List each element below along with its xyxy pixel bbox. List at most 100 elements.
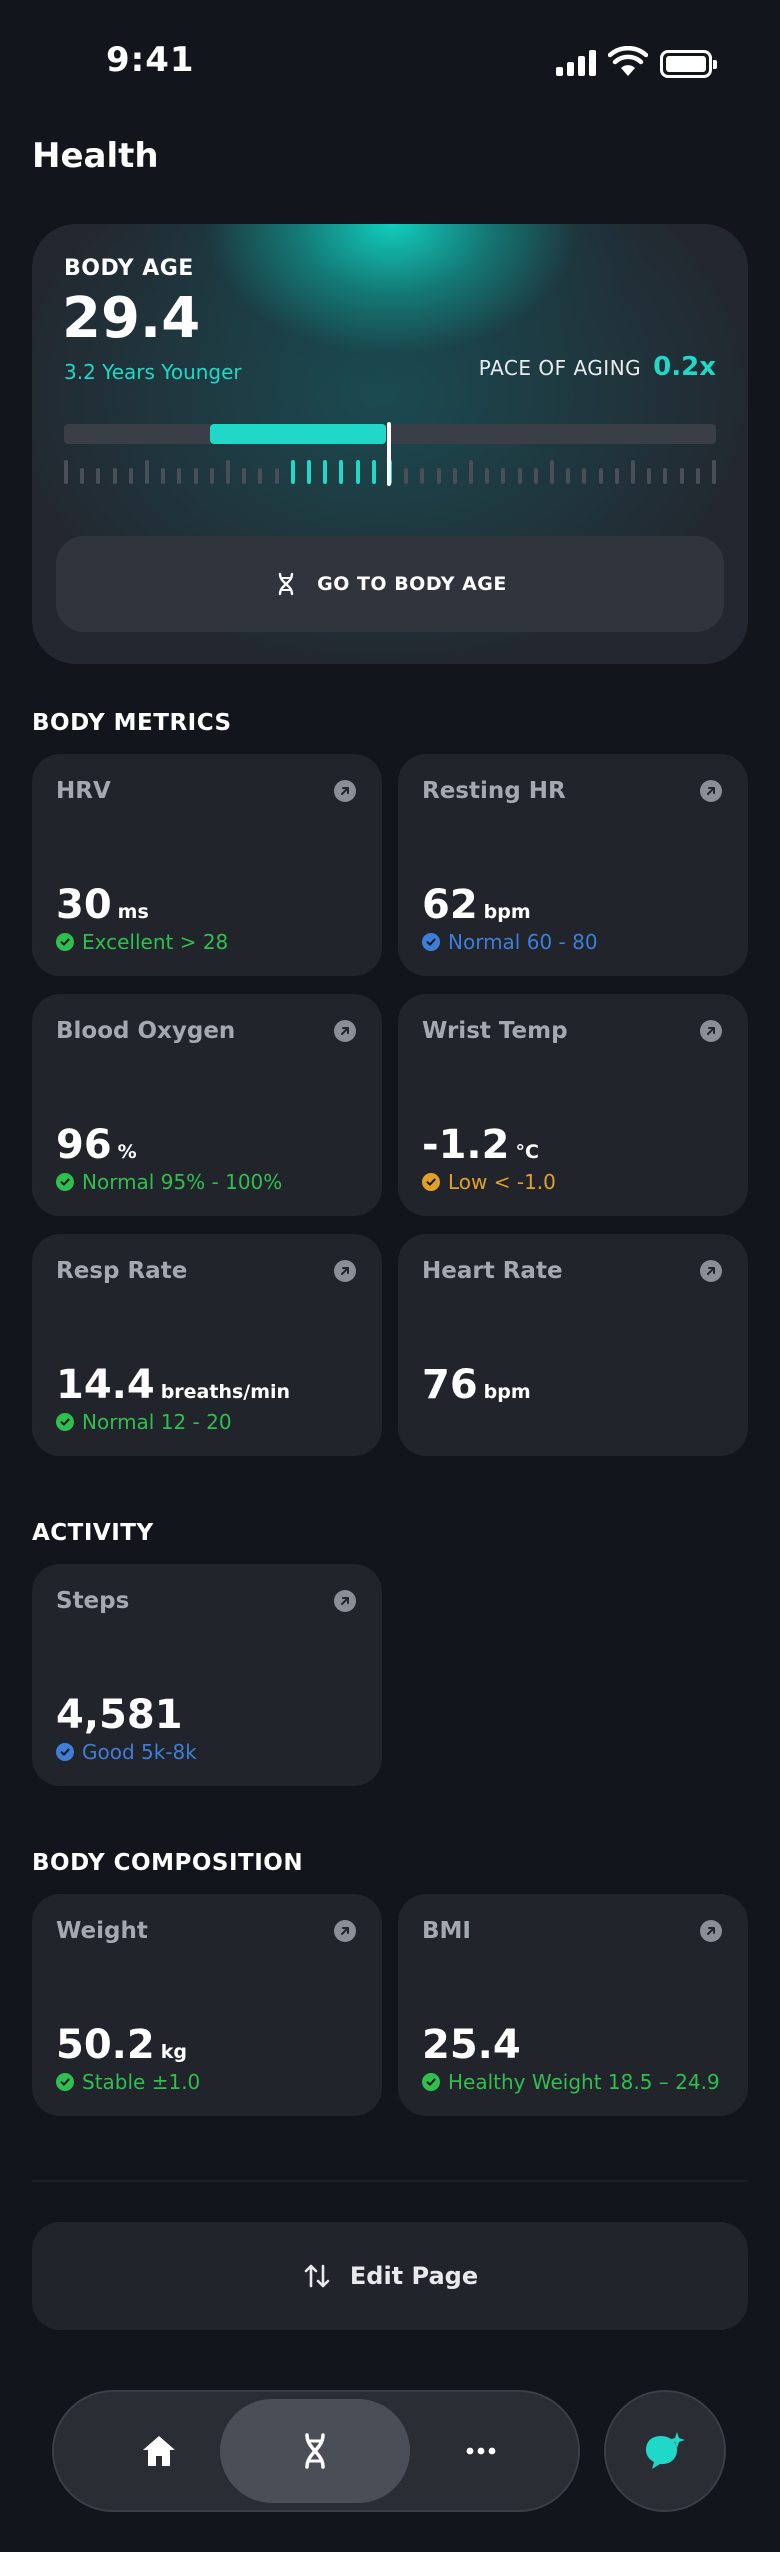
tab-home[interactable] bbox=[112, 2392, 206, 2510]
age-scale-marker bbox=[387, 422, 391, 486]
age-scale-tick bbox=[113, 468, 117, 484]
metric-number: 96 bbox=[56, 1122, 112, 1168]
metric-card-hrv[interactable]: HRV 30 ms Excellent > 28 bbox=[32, 754, 382, 976]
metric-status-text: Excellent > 28 bbox=[82, 930, 229, 954]
age-scale-tick bbox=[534, 468, 538, 484]
open-arrow-icon[interactable] bbox=[334, 1920, 356, 1942]
metric-value: 4,581 bbox=[56, 1692, 183, 1738]
age-scale-tick bbox=[80, 468, 84, 484]
metric-number: 30 bbox=[56, 882, 112, 928]
age-scale-tick bbox=[469, 460, 473, 484]
open-arrow-icon[interactable] bbox=[700, 1020, 722, 1042]
metric-card-resp-rate[interactable]: Resp Rate 14.4 breaths/min Normal 12 - 20 bbox=[32, 1234, 382, 1456]
dna-icon bbox=[305, 2433, 325, 2469]
open-arrow-icon[interactable] bbox=[700, 1260, 722, 1282]
metric-number: 50.2 bbox=[56, 2022, 155, 2068]
metric-unit: ms bbox=[117, 901, 149, 923]
check-circle-icon bbox=[56, 1743, 74, 1761]
age-scale-tick bbox=[194, 468, 198, 484]
home-icon bbox=[143, 2436, 175, 2466]
metric-card-weight[interactable]: Weight 50.2 kg Stable ±1.0 bbox=[32, 1894, 382, 2116]
metric-card-resting-hr[interactable]: Resting HR 62 bpm Normal 60 - 80 bbox=[398, 754, 748, 976]
age-scale-tick bbox=[712, 460, 716, 484]
metric-unit: kg bbox=[160, 2041, 187, 2063]
age-scale-tick bbox=[615, 468, 619, 484]
divider bbox=[32, 2180, 748, 2182]
wifi-icon bbox=[608, 46, 648, 76]
age-scale-tick bbox=[64, 460, 68, 484]
metric-status: Normal 60 - 80 bbox=[422, 930, 598, 954]
metric-unit: breaths/min bbox=[160, 1381, 291, 1403]
metric-value: 96% bbox=[56, 1122, 137, 1168]
metric-status-text: Stable ±1.0 bbox=[82, 2070, 201, 2094]
metric-number: 76 bbox=[422, 1362, 478, 1408]
section-title-body-composition: BODY COMPOSITION bbox=[32, 1850, 304, 1876]
metric-unit: bpm bbox=[483, 1381, 531, 1403]
metric-title: Heart Rate bbox=[422, 1258, 563, 1284]
check-circle-icon bbox=[422, 933, 440, 951]
age-scale-tick bbox=[275, 468, 279, 484]
body-age-card[interactable]: BODY AGE 29.4 3.2 Years Younger PACE OF … bbox=[32, 224, 748, 664]
metric-title: HRV bbox=[56, 778, 111, 804]
page-title: Health bbox=[32, 136, 159, 176]
age-scale-tick bbox=[663, 468, 667, 484]
edit-page-button[interactable]: Edit Page bbox=[32, 2222, 748, 2330]
age-scale-tick bbox=[582, 468, 586, 484]
metric-card-heart-rate[interactable]: Heart Rate 76 bpm bbox=[398, 1234, 748, 1456]
metric-card-blood-oxygen[interactable]: Blood Oxygen 96% Normal 95% - 100% bbox=[32, 994, 382, 1216]
open-arrow-icon[interactable] bbox=[334, 1020, 356, 1042]
age-scale-tick bbox=[404, 468, 408, 484]
metric-number: -1.2 bbox=[422, 1122, 510, 1168]
metric-number: 25.4 bbox=[422, 2022, 521, 2068]
metric-value: -1.2 °C bbox=[422, 1122, 539, 1168]
metric-unit: % bbox=[117, 1141, 137, 1163]
age-scale-tick bbox=[550, 460, 554, 484]
open-arrow-icon[interactable] bbox=[700, 1920, 722, 1942]
metric-unit: °C bbox=[515, 1141, 539, 1163]
check-circle-icon bbox=[56, 2073, 74, 2091]
metric-status-text: Good 5k-8k bbox=[82, 1740, 197, 1764]
open-arrow-icon[interactable] bbox=[334, 1590, 356, 1612]
metric-status-text: Normal 95% - 100% bbox=[82, 1170, 283, 1194]
go-to-body-age-button[interactable]: GO TO BODY AGE bbox=[56, 536, 724, 632]
open-arrow-icon[interactable] bbox=[700, 780, 722, 802]
open-arrow-icon[interactable] bbox=[334, 1260, 356, 1282]
age-scale-tick bbox=[323, 460, 327, 484]
open-arrow-icon[interactable] bbox=[334, 780, 356, 802]
metric-value: 30 ms bbox=[56, 882, 149, 928]
age-scale-tick bbox=[161, 468, 165, 484]
metric-value: 50.2 kg bbox=[56, 2022, 187, 2068]
age-scale-tick bbox=[129, 468, 133, 484]
age-scale-tick bbox=[518, 468, 522, 484]
metric-status: Healthy Weight 18.5 – 24.9 bbox=[422, 2070, 720, 2094]
ai-assistant-button[interactable] bbox=[604, 2390, 726, 2512]
metric-title: Resting HR bbox=[422, 778, 566, 804]
ai-chat-icon bbox=[646, 2432, 685, 2469]
metric-card-steps[interactable]: Steps 4,581 Good 5k-8k bbox=[32, 1564, 382, 1786]
metric-value: 62 bpm bbox=[422, 882, 531, 928]
metric-status: Stable ±1.0 bbox=[56, 2070, 200, 2094]
warning-check-icon bbox=[422, 1173, 440, 1191]
age-scale-tick bbox=[631, 460, 635, 484]
section-title-activity: ACTIVITY bbox=[32, 1520, 154, 1546]
metric-card-wrist-temp[interactable]: Wrist Temp -1.2 °C Low < -1.0 bbox=[398, 994, 748, 1216]
age-scale-tick bbox=[210, 468, 214, 484]
age-scale-tick bbox=[307, 460, 311, 484]
metric-number: 62 bbox=[422, 882, 478, 928]
age-scale-tick bbox=[420, 468, 424, 484]
check-circle-icon bbox=[56, 933, 74, 951]
metric-status: Low < -1.0 bbox=[422, 1170, 556, 1194]
tab-more[interactable] bbox=[434, 2392, 528, 2510]
metric-card-bmi[interactable]: BMI 25.4 Healthy Weight 18.5 – 24.9 bbox=[398, 1894, 748, 2116]
metric-value: 76 bpm bbox=[422, 1362, 531, 1408]
pace-of-aging-label: PACE OF AGING bbox=[478, 356, 642, 380]
metric-unit: bpm bbox=[483, 901, 531, 923]
pace-of-aging-value: 0.2x bbox=[653, 352, 716, 382]
edit-page-label: Edit Page bbox=[349, 2262, 479, 2290]
metric-status: Normal 95% - 100% bbox=[56, 1170, 282, 1194]
metric-status: Good 5k-8k bbox=[56, 1740, 197, 1764]
body-age-value: 29.4 bbox=[62, 286, 201, 351]
metric-title: BMI bbox=[422, 1918, 471, 1944]
tab-body-age[interactable] bbox=[220, 2399, 410, 2503]
status-time: 9:41 bbox=[106, 40, 195, 80]
